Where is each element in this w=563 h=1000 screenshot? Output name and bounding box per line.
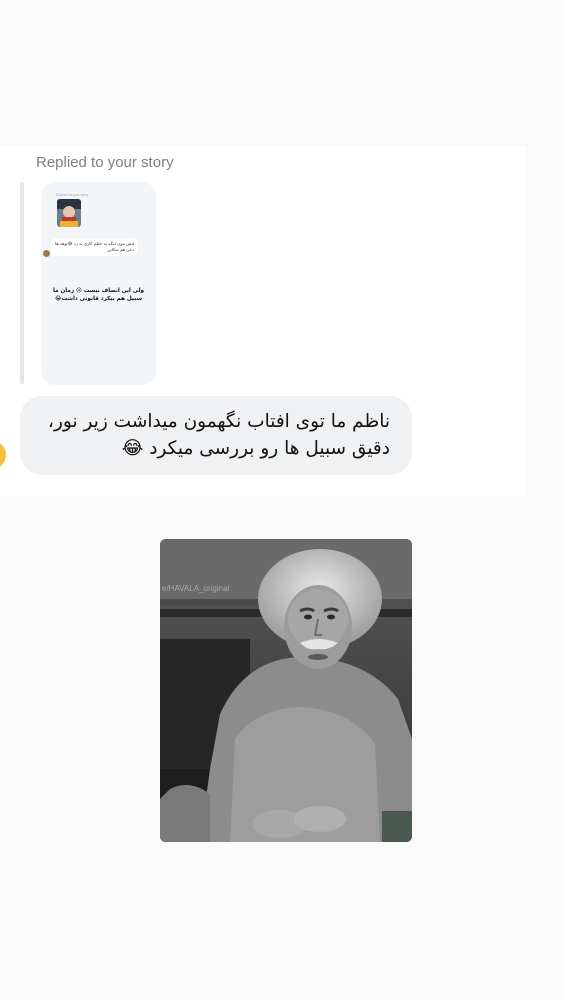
- portrait-image: e/HAVALA_original: [160, 539, 412, 842]
- story-preview-message: لیش مون دیگه به ناظم گازی نه زد 😂نوهه ها…: [51, 238, 138, 256]
- replied-to-story-label: Replied to your story: [36, 154, 174, 171]
- photo-watermark: e/HAVALA_original: [162, 584, 230, 593]
- photo-attachment[interactable]: e/HAVALA_original: [160, 539, 412, 842]
- message-line-2: دقیق سبیل ها رو بررسی میکرد 😂: [121, 438, 390, 459]
- quote-bar: [20, 182, 24, 384]
- message-bubble[interactable]: ناظم ما توی افتاب نگهمون میداشت زیر نور،…: [20, 396, 412, 475]
- story-preview-thumbnail: [57, 199, 81, 227]
- story-preview-avatar: [43, 250, 50, 257]
- story-preview-card[interactable]: Replied to your story لیش مون دیگه به نا…: [41, 182, 156, 385]
- story-preview-header: Replied to your story: [56, 193, 89, 197]
- message-line-1: ناظم ما توی افتاب نگهمون میداشت زیر نور،: [48, 411, 390, 432]
- story-preview-text: ولی این انصاف نیست 😢 زمان ما سبیل هم بیک…: [52, 288, 145, 302]
- message-text: ناظم ما توی افتاب نگهمون میداشت زیر نور،…: [30, 408, 390, 462]
